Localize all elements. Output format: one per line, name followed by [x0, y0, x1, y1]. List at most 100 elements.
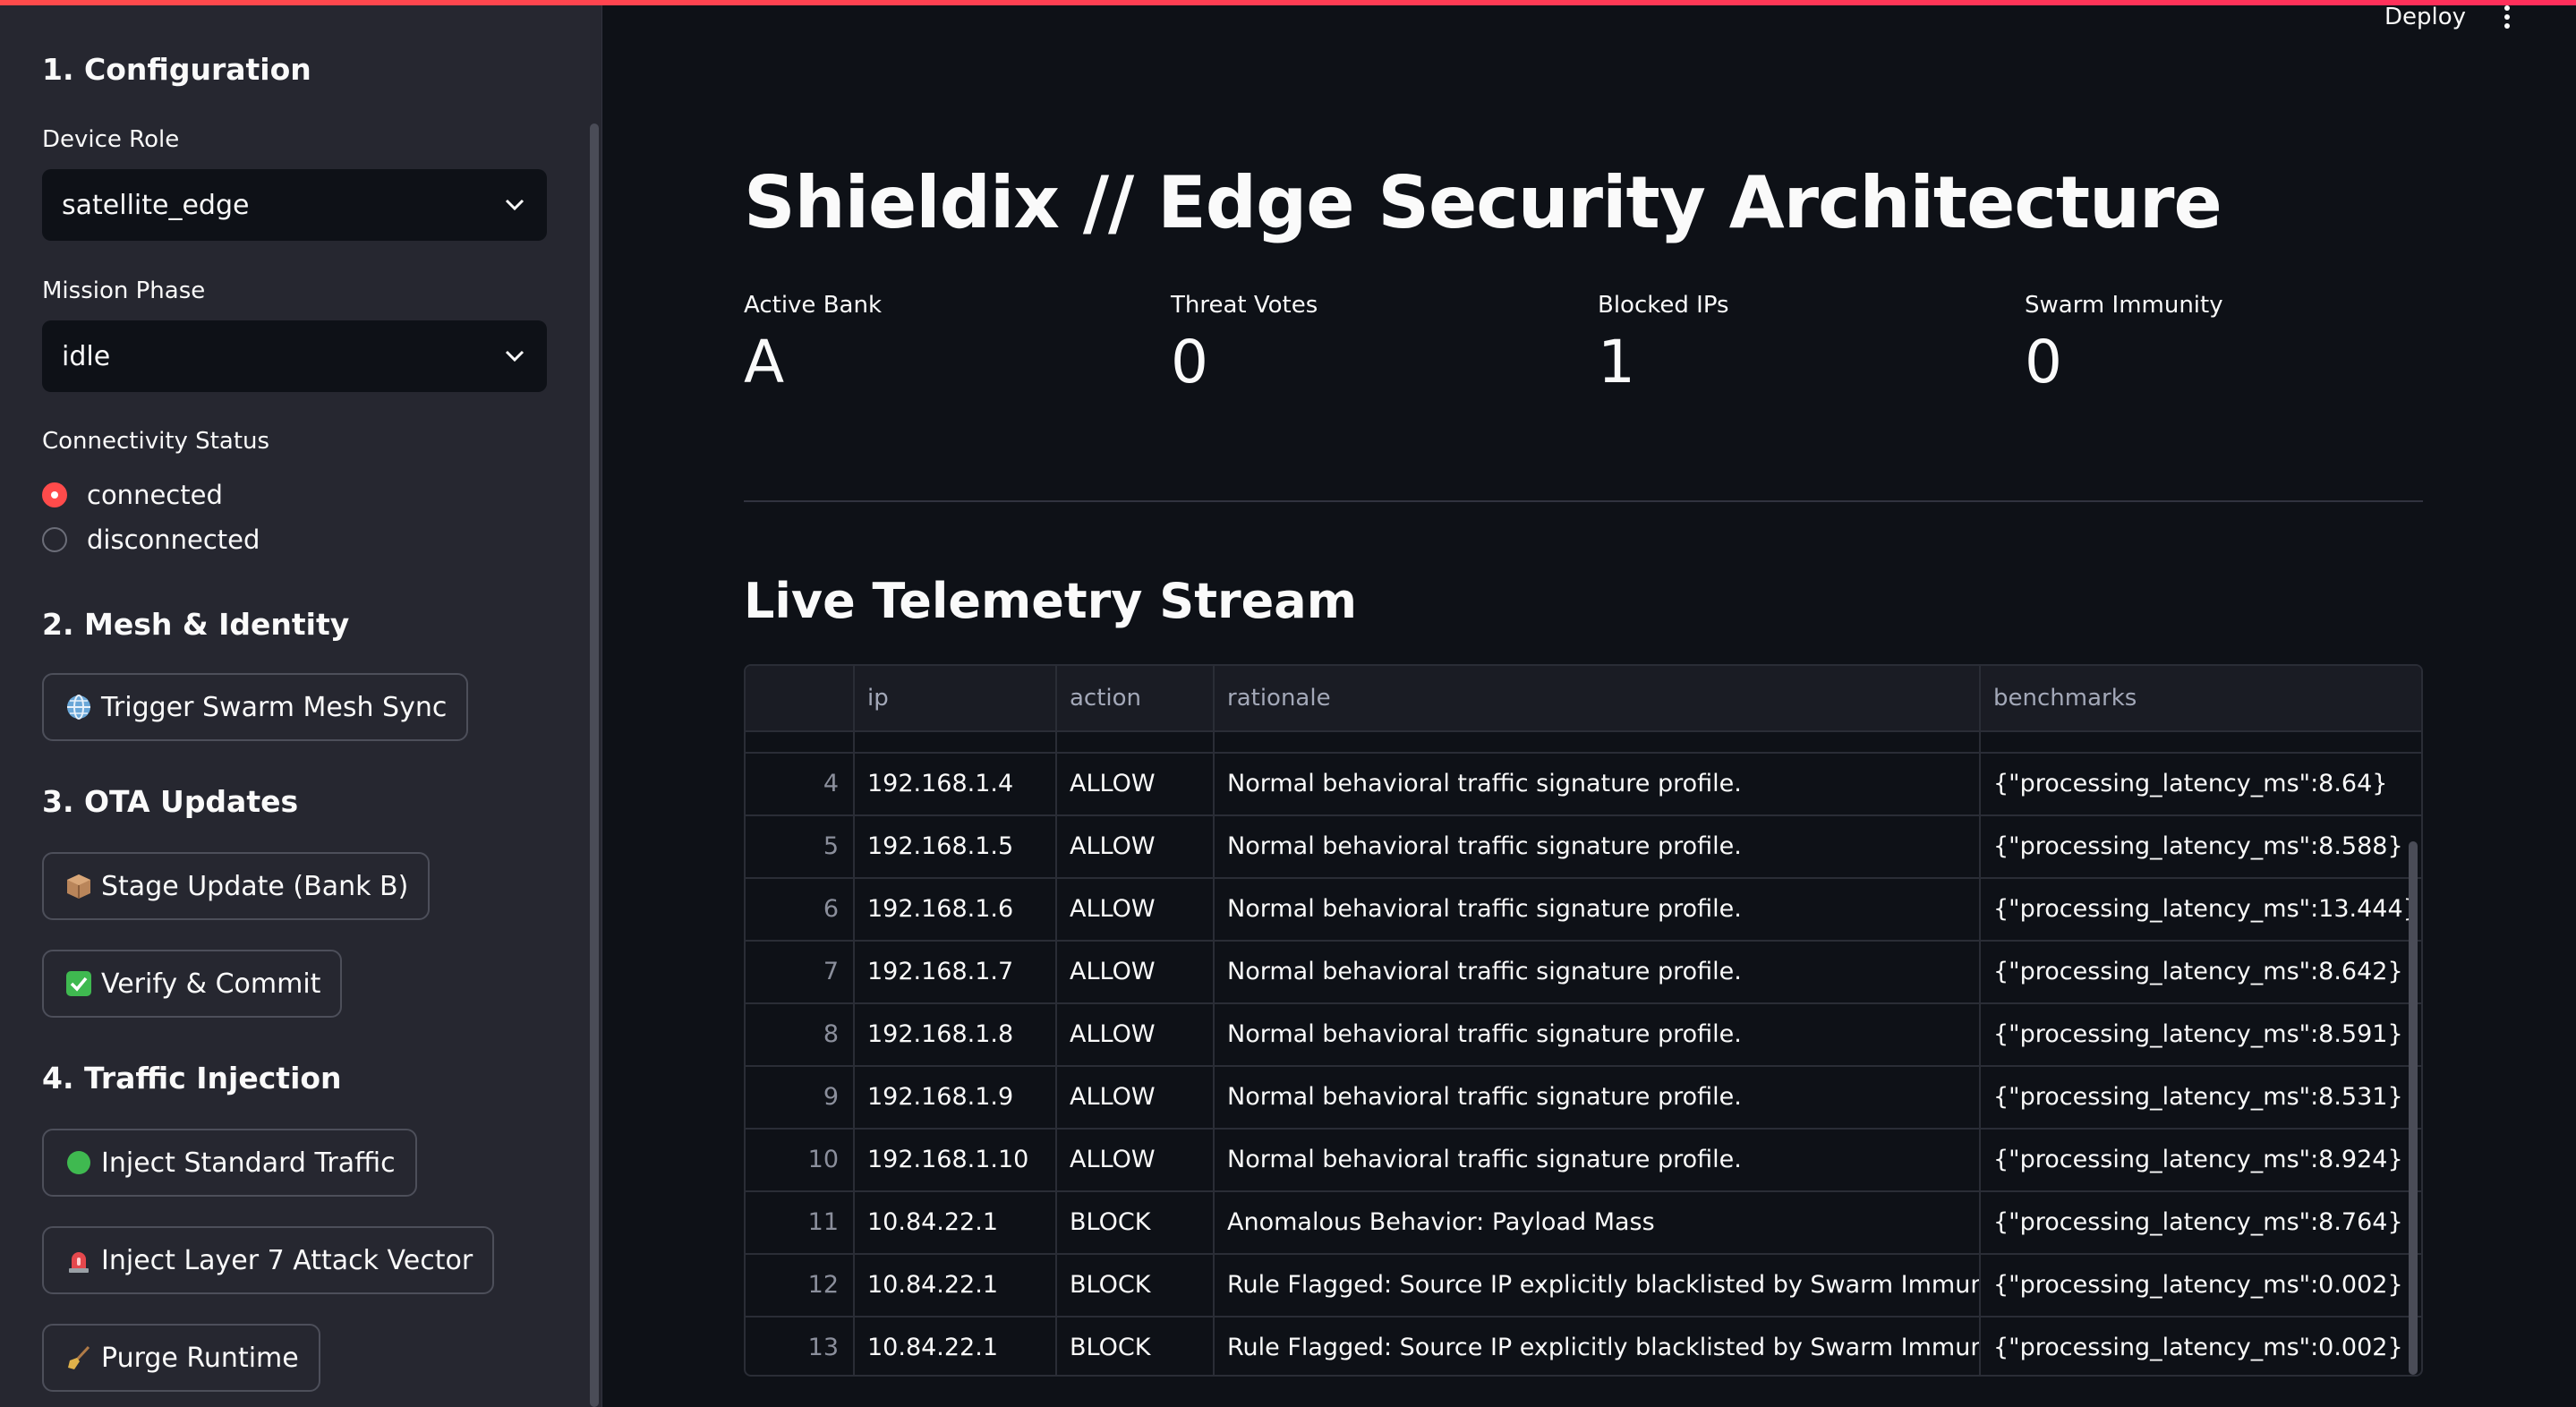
column-header-ip[interactable]: ip [853, 666, 1055, 730]
cell-action: ALLOW [1070, 1083, 1156, 1111]
metric-label: Swarm Immunity [2025, 292, 2223, 319]
cell-benchmarks: {"processing_latency_ms":8.588} [1993, 832, 2403, 860]
column-divider [1055, 666, 1057, 1375]
metric-threat-votes: Threat Votes 0 [1171, 292, 1318, 397]
cell-action: ALLOW [1070, 1146, 1156, 1173]
purge-runtime-button[interactable]: Purge Runtime [42, 1324, 320, 1392]
column-header-benchmarks[interactable]: benchmarks [1979, 666, 2421, 730]
metric-swarm-immunity: Swarm Immunity 0 [2025, 292, 2223, 397]
siren-icon [64, 1245, 94, 1275]
cell-action: BLOCK [1070, 1271, 1151, 1299]
radio-disconnected[interactable]: disconnected [42, 524, 260, 555]
column-header-action[interactable]: action [1055, 666, 1213, 730]
cell-rationale: Normal behavioral traffic signature prof… [1227, 1083, 1742, 1111]
device-role-value: satellite_edge [62, 189, 250, 221]
deploy-button[interactable]: Deploy [2384, 4, 2466, 30]
column-divider [853, 666, 855, 1375]
metric-value: A [744, 328, 785, 397]
cell-index: 4 [823, 770, 839, 797]
chevron-down-icon [502, 192, 527, 217]
cell-index: 8 [823, 1020, 839, 1048]
mission-phase-select[interactable]: idle [42, 320, 547, 392]
green-circle-icon [64, 1147, 94, 1178]
cell-rationale: Rule Flagged: Source IP explicitly black… [1227, 1271, 1979, 1299]
metric-value: 0 [1171, 328, 1208, 397]
device-role-select[interactable]: satellite_edge [42, 169, 547, 241]
cell-benchmarks: {"processing_latency_ms":8.591} [1993, 1020, 2403, 1048]
metric-active-bank: Active Bank A [744, 292, 882, 397]
verify-commit-label: Verify & Commit [101, 968, 321, 1000]
trigger-swarm-mesh-sync-label: Trigger Swarm Mesh Sync [101, 691, 448, 723]
column-divider [1979, 666, 1981, 1375]
radio-selected-icon [42, 482, 67, 507]
table-header: ip action rationale benchmarks [746, 666, 2421, 732]
cell-index: 11 [807, 1208, 839, 1236]
cell-benchmarks: {"processing_latency_ms":8.531} [1993, 1083, 2403, 1111]
inject-layer7-attack-label: Inject Layer 7 Attack Vector [101, 1244, 473, 1276]
column-header-rationale[interactable]: rationale [1213, 666, 1979, 730]
cell-ip: 192.168.1.7 [867, 958, 1014, 985]
purge-runtime-label: Purge Runtime [101, 1342, 299, 1374]
cell-action: BLOCK [1070, 1208, 1151, 1236]
column-header-index[interactable] [746, 666, 853, 730]
stage-update-label: Stage Update (Bank B) [101, 870, 409, 902]
cell-ip: 192.168.1.4 [867, 770, 1014, 797]
radio-connected[interactable]: connected [42, 480, 223, 510]
table-row[interactable]: 5 192.168.1.5 ALLOW Normal behavioral traff… [746, 816, 2421, 879]
verify-commit-button[interactable]: Verify & Commit [42, 950, 343, 1018]
cell-ip: 192.168.1.5 [867, 832, 1014, 860]
more-menu-icon[interactable] [2501, 5, 2513, 32]
cell-index: 6 [823, 895, 839, 923]
mission-phase-value: idle [62, 340, 111, 372]
configuration-heading: 1. Configuration [42, 52, 311, 87]
cell-ip: 10.84.22.1 [867, 1271, 998, 1299]
cell-rationale: Normal behavioral traffic signature prof… [1227, 895, 1742, 923]
cell-action: BLOCK [1070, 1334, 1151, 1361]
page-title: Shieldix // Edge Security Architecture [744, 161, 2222, 244]
cell-ip: 192.168.1.6 [867, 895, 1014, 923]
traffic-injection-heading: 4. Traffic Injection [42, 1061, 342, 1096]
metric-blocked-ips: Blocked IPs 1 [1598, 292, 1729, 397]
inject-standard-traffic-label: Inject Standard Traffic [101, 1147, 396, 1179]
cell-rationale: Anomalous Behavior: Payload Mass [1227, 1208, 1655, 1236]
table-row[interactable]: 6 192.168.1.6 ALLOW Normal behavioral traff… [746, 879, 2421, 942]
cell-action: ALLOW [1070, 895, 1156, 923]
table-scrollbar[interactable] [2409, 841, 2418, 1375]
table-row[interactable]: 12 10.84.22.1 BLOCK Rule Flagged: Source IP… [746, 1255, 2421, 1317]
divider [744, 500, 2423, 502]
cell-rationale: Normal behavioral traffic signature prof… [1227, 1020, 1742, 1048]
stage-update-button[interactable]: Stage Update (Bank B) [42, 852, 431, 920]
metric-value: 0 [2025, 328, 2062, 397]
metric-label: Threat Votes [1171, 292, 1318, 319]
cell-ip: 10.84.22.1 [867, 1334, 998, 1361]
telemetry-table[interactable]: ip action rationale benchmarks 4 192.168.… [744, 664, 2423, 1377]
metric-label: Blocked IPs [1598, 292, 1729, 319]
cell-rationale: Rule Flagged: Source IP explicitly black… [1227, 1334, 1979, 1361]
inject-layer7-attack-button[interactable]: Inject Layer 7 Attack Vector [42, 1226, 495, 1294]
table-row[interactable]: 11 10.84.22.1 BLOCK Anomalous Behavior: Pay… [746, 1192, 2421, 1255]
package-icon [64, 871, 94, 901]
cell-index: 9 [823, 1083, 839, 1111]
mesh-identity-heading: 2. Mesh & Identity [42, 607, 350, 642]
table-row[interactable]: 10 192.168.1.10 ALLOW Normal behavioral tra… [746, 1130, 2421, 1192]
table-row[interactable]: 13 10.84.22.1 BLOCK Rule Flagged: Source IP… [746, 1317, 2421, 1375]
cell-ip: 192.168.1.8 [867, 1020, 1014, 1048]
cell-benchmarks: {"processing_latency_ms":8.764} [1993, 1208, 2403, 1236]
cell-action: ALLOW [1070, 958, 1156, 985]
trigger-swarm-mesh-sync-button[interactable]: Trigger Swarm Mesh Sync [42, 673, 469, 741]
column-divider [1213, 666, 1215, 1375]
table-row[interactable]: 7 192.168.1.7 ALLOW Normal behavioral traff… [746, 942, 2421, 1004]
cell-benchmarks: {"processing_latency_ms":8.64} [1993, 770, 2388, 797]
inject-standard-traffic-button[interactable]: Inject Standard Traffic [42, 1129, 417, 1197]
sidebar-scrollbar[interactable] [590, 124, 599, 1407]
cell-rationale: Normal behavioral traffic signature prof… [1227, 770, 1742, 797]
cell-benchmarks: {"processing_latency_ms":0.002} [1993, 1334, 2403, 1361]
metric-label: Active Bank [744, 292, 882, 319]
sidebar: 1. Configuration Device Role satellite_e… [0, 0, 602, 1407]
table-row[interactable]: 4 192.168.1.4 ALLOW Normal behavioral traff… [746, 754, 2421, 816]
cell-rationale: Normal behavioral traffic signature prof… [1227, 832, 1742, 860]
table-row[interactable]: 8 192.168.1.8 ALLOW Normal behavioral traff… [746, 1004, 2421, 1067]
cell-rationale: Normal behavioral traffic signature prof… [1227, 958, 1742, 985]
table-row[interactable]: 9 192.168.1.9 ALLOW Normal behavioral traff… [746, 1067, 2421, 1130]
mission-phase-label: Mission Phase [42, 277, 206, 304]
